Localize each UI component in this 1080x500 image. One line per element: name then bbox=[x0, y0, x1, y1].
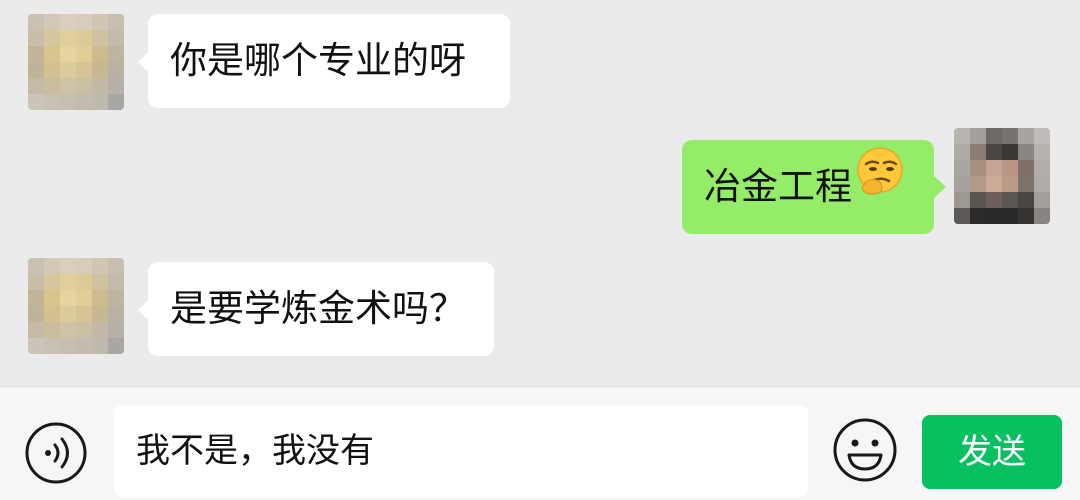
message-input-value: 我不是，我没有 bbox=[136, 431, 374, 471]
contact-avatar[interactable] bbox=[28, 14, 124, 110]
message-text: 是要学炼金术吗？ bbox=[170, 287, 466, 330]
contact-avatar[interactable] bbox=[28, 258, 124, 354]
voice-icon bbox=[25, 422, 87, 484]
send-button[interactable]: 发送 bbox=[922, 415, 1062, 489]
voice-input-button[interactable] bbox=[24, 421, 88, 485]
message-text: 你是哪个专业的呀 bbox=[170, 39, 466, 82]
incoming-message-bubble[interactable]: 是要学炼金术吗？ bbox=[148, 262, 494, 356]
emoji-picker-button[interactable] bbox=[832, 417, 898, 483]
outgoing-message-bubble[interactable]: 冶金工程 bbox=[682, 140, 934, 234]
incoming-message-bubble[interactable]: 你是哪个专业的呀 bbox=[148, 14, 510, 108]
user-avatar[interactable] bbox=[954, 128, 1050, 224]
message-input[interactable]: 我不是，我没有 bbox=[114, 405, 808, 497]
bubble-tail bbox=[934, 176, 946, 198]
smirk-thinking-emoji-icon bbox=[854, 139, 908, 233]
message-text: 冶金工程 bbox=[704, 165, 852, 208]
chat-message-area: 你是哪个专业的呀 冶金工程 是要学炼金术吗？ bbox=[0, 0, 1080, 386]
smiley-icon bbox=[833, 418, 897, 482]
chat-input-bar: 我不是，我没有 发送 bbox=[0, 386, 1080, 500]
